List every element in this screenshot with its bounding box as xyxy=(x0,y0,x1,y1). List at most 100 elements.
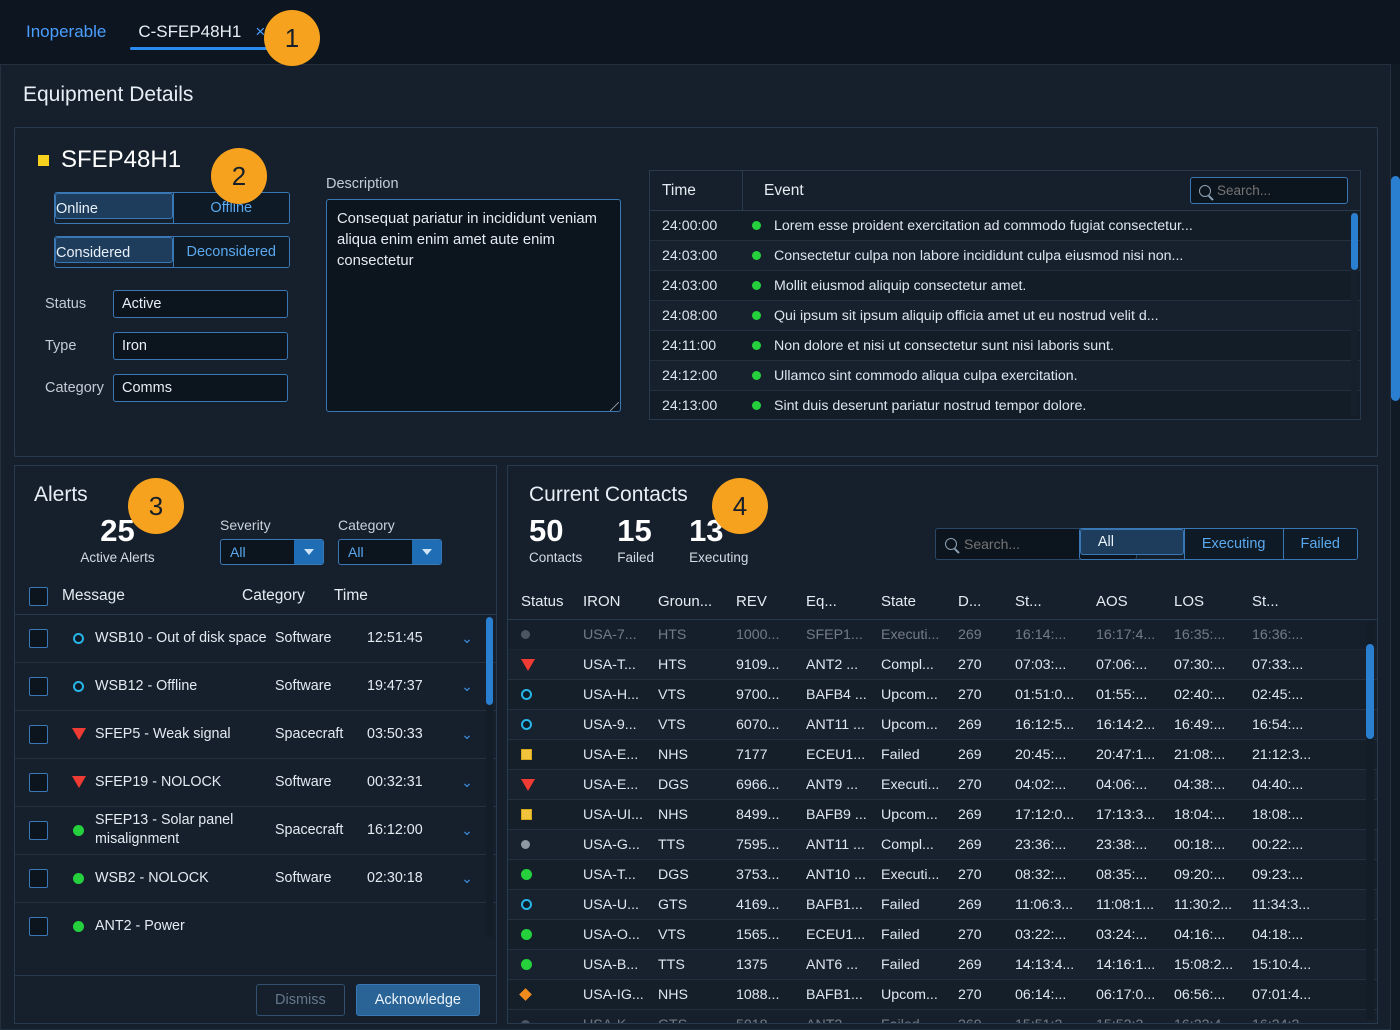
alerts-scrollbar[interactable] xyxy=(486,616,493,937)
table-row[interactable]: 24:00:00 Lorem esse proident exercitation… xyxy=(650,211,1360,241)
table-row[interactable]: USA-IG... NHS 1088... BAFB1... Upcom... 270 06… xyxy=(508,980,1377,1010)
triangle-down-red-icon xyxy=(521,778,535,791)
table-row[interactable]: USA-G... TTS 7595... ANT11 ... Compl... 269 23… xyxy=(508,830,1377,860)
alerts-scrollbar-thumb[interactable] xyxy=(486,616,493,705)
chevron-down-icon[interactable]: ⌄ xyxy=(447,774,487,791)
severity-filter-select[interactable]: All xyxy=(220,538,324,565)
row-checkbox-cell xyxy=(15,628,62,648)
table-row[interactable]: USA-B... TTS 1375 ANT6 ... Failed 269 14:13:4.… xyxy=(508,950,1377,980)
table-row[interactable]: 24:13:00 Sint duis deserunt pariatur nost… xyxy=(650,391,1360,419)
table-row[interactable]: WSB2 - NOLOCK Software 02:30:18 ⌄ xyxy=(15,854,496,903)
column-header-6[interactable]: D... xyxy=(958,593,1015,610)
table-row[interactable]: USA-E... DGS 6966... ANT9 ... Executi... 270 0… xyxy=(508,770,1377,800)
events-search-box[interactable] xyxy=(1190,177,1348,204)
table-row[interactable]: 24:03:00 Consectetur culpa non labore inc… xyxy=(650,241,1360,271)
page-scrollbar[interactable] xyxy=(1391,64,1400,1030)
row-checkbox[interactable] xyxy=(29,724,48,744)
segment-failed[interactable]: Failed xyxy=(1282,529,1357,559)
chevron-down-icon[interactable] xyxy=(412,539,441,564)
column-header-message[interactable]: Message xyxy=(62,587,242,605)
chevron-down-icon[interactable]: ⌄ xyxy=(447,870,487,887)
description-textarea[interactable]: Consequat pariatur in incididunt veniam … xyxy=(326,199,621,412)
contacts-scrollbar-thumb[interactable] xyxy=(1366,644,1374,739)
table-row[interactable]: SFEP13 - Solar panel misalignment Spacecr… xyxy=(15,806,496,855)
row-checkbox[interactable] xyxy=(29,628,48,648)
row-checkbox[interactable] xyxy=(29,820,48,840)
toggle-online[interactable]: Online xyxy=(55,193,173,219)
alerts-panel: Alerts 3 25 Active Alerts Severity All C… xyxy=(14,465,497,1024)
chevron-down-icon[interactable]: ⌄ xyxy=(447,726,487,743)
column-header-2[interactable]: Groun... xyxy=(658,593,736,610)
row-checkbox[interactable] xyxy=(29,868,48,888)
column-header-time[interactable]: Time xyxy=(650,182,742,200)
contact-aos: 07:06:... xyxy=(1096,656,1148,673)
chevron-down-icon[interactable]: ⌄ xyxy=(447,630,487,647)
page-scrollbar-thumb[interactable] xyxy=(1391,176,1400,401)
chevron-down-icon[interactable]: ⌄ xyxy=(447,678,487,695)
toggle-deconsidered[interactable]: Deconsidered xyxy=(172,237,289,267)
column-header-0[interactable]: Status xyxy=(508,593,583,610)
row-checkbox[interactable] xyxy=(29,916,48,936)
table-row[interactable]: USA-U... GTS 4169... BAFB1... Failed 269 11:06… xyxy=(508,890,1377,920)
contact-st1: 07:03:... xyxy=(1015,656,1067,673)
column-header-3[interactable]: REV xyxy=(736,593,806,610)
table-row[interactable]: USA-T... DGS 3753... ANT10 ... Executi... 270… xyxy=(508,860,1377,890)
stat-contacts: 50 Contacts xyxy=(529,514,582,564)
tab-inoperable[interactable]: Inoperable xyxy=(10,0,122,64)
column-header-10[interactable]: St... xyxy=(1252,593,1330,610)
table-row[interactable]: 24:08:00 Qui ipsum sit ipsum aliquip offi… xyxy=(650,301,1360,331)
contact-aos: 08:35:... xyxy=(1096,866,1148,883)
resize-grip-icon[interactable] xyxy=(610,402,619,411)
contact-los: 16:49:... xyxy=(1174,716,1226,733)
table-row[interactable]: USA-O... VTS 1565... ECEU1... Failed 270 03:22… xyxy=(508,920,1377,950)
contacts-scrollbar[interactable] xyxy=(1366,622,1374,1020)
table-row[interactable]: USA-K...GTS5018...ANT2 ...Failed26915:51… xyxy=(508,1010,1377,1023)
table-row[interactable]: SFEP5 - Weak signal Spacecraft 03:50:33 ⌄ xyxy=(15,710,496,759)
table-row[interactable]: 24:03:00 Mollit eiusmod aliquip consectet… xyxy=(650,271,1360,301)
select-all-checkbox[interactable] xyxy=(29,586,48,606)
column-header-8[interactable]: AOS xyxy=(1096,593,1174,610)
table-row[interactable]: ANT2 - Power xyxy=(15,902,496,940)
contact-st2: 21:12:3... xyxy=(1252,746,1312,763)
chevron-down-icon[interactable] xyxy=(294,539,323,564)
acknowledge-button[interactable]: Acknowledge xyxy=(355,983,480,1016)
column-header-7[interactable]: St... xyxy=(1015,593,1096,610)
table-row[interactable]: USA-T... HTS 9109... ANT2 ... Compl... 270 07:… xyxy=(508,650,1377,680)
toggle-considered[interactable]: Considered xyxy=(55,237,173,263)
column-header-5[interactable]: State xyxy=(881,593,958,610)
column-header-4[interactable]: Eq... xyxy=(806,593,881,610)
table-row[interactable]: USA-E... NHS 7177 ECEU1... Failed 269 20:45:..… xyxy=(508,740,1377,770)
dismiss-button[interactable]: Dismiss xyxy=(256,983,345,1016)
table-row[interactable]: WSB10 - Out of disk space Software 12:51:4… xyxy=(15,614,496,663)
table-row[interactable]: USA-7... HTS 1000... SFEP1... Executi... 269 1… xyxy=(508,620,1377,650)
column-header-9[interactable]: LOS xyxy=(1174,593,1252,610)
table-row[interactable]: 24:11:00 Non dolore et nisi ut consectetu… xyxy=(650,331,1360,361)
row-checkbox[interactable] xyxy=(29,676,48,696)
event-time: 24:00:00 xyxy=(662,217,718,234)
events-search-input[interactable] xyxy=(1217,183,1339,198)
events-scrollbar[interactable] xyxy=(1351,211,1358,416)
contact-st2: 02:45:... xyxy=(1252,686,1304,703)
table-row[interactable]: WSB12 - Offline Software 19:47:37 ⌄ xyxy=(15,662,496,711)
table-row[interactable]: 24:12:00 Ullamco sint commodo aliqua culp… xyxy=(650,361,1360,391)
column-header-time[interactable]: Time xyxy=(334,587,414,605)
category-filter-select[interactable]: All xyxy=(338,538,442,565)
category-input[interactable] xyxy=(113,374,288,402)
table-row[interactable]: USA-9... VTS 6070... ANT11 ... Upcom... 269 16… xyxy=(508,710,1377,740)
table-row[interactable]: USA-UI... NHS 8499... BAFB9 ... Upcom... 269 1… xyxy=(508,800,1377,830)
table-row[interactable]: USA-H... VTS 9700... BAFB4 ... Upcom... 270 01… xyxy=(508,680,1377,710)
considered-toggle[interactable]: Considered Deconsidered xyxy=(54,236,290,268)
column-header-category[interactable]: Category xyxy=(242,587,334,605)
events-scrollbar-thumb[interactable] xyxy=(1351,213,1358,270)
column-header-event[interactable]: Event xyxy=(743,182,804,200)
segment-executing[interactable]: Executing xyxy=(1183,529,1283,559)
column-header-1[interactable]: IRON xyxy=(583,593,658,610)
row-checkbox[interactable] xyxy=(29,772,48,792)
type-input[interactable] xyxy=(113,332,288,360)
table-row[interactable]: SFEP19 - NOLOCK Software 00:32:31 ⌄ xyxy=(15,758,496,807)
chevron-down-icon[interactable]: ⌄ xyxy=(447,822,487,839)
contact-rev: 9109... xyxy=(736,656,780,673)
segment-all[interactable]: All xyxy=(1079,529,1184,555)
status-input[interactable] xyxy=(113,290,288,318)
tab-c-sfep48h1[interactable]: C-SFEP48H1 × xyxy=(122,0,281,64)
